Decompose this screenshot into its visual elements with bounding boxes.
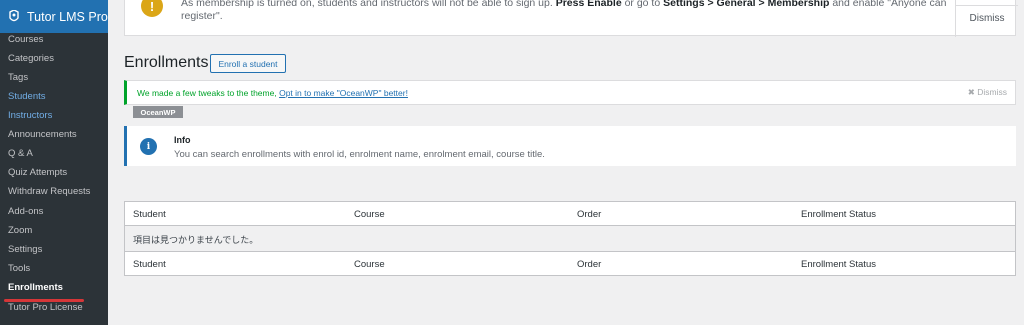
sidebar-item-categories[interactable]: Categories [8, 53, 54, 64]
enrollments-table: Student Course Order Enrollment Status 項… [124, 201, 1016, 276]
current-item-underline [4, 299, 84, 302]
sidebar-item-quiz-attempts[interactable]: Quiz Attempts [8, 167, 67, 178]
info-icon: i [140, 138, 157, 155]
column-header-student[interactable]: Student [133, 209, 166, 220]
column-footer-order[interactable]: Order [577, 259, 601, 270]
admin-sidebar: Tutor LMS Pro Courses Categories Tags St… [0, 0, 108, 325]
oceanwp-tag: OceanWP [133, 106, 183, 118]
sidebar-item-tutor-pro-license[interactable]: Tutor Pro License [8, 302, 83, 313]
oceanwp-dismiss-button[interactable]: ✖ Dismiss [968, 87, 1007, 98]
membership-notice-line2: register". [181, 10, 223, 22]
table-row: 項目は見つかりませんでした。 [125, 226, 1015, 251]
sidebar-item-tutor-lms-pro[interactable]: Tutor LMS Pro [0, 0, 108, 33]
info-title: Info [174, 135, 191, 145]
sidebar-item-settings[interactable]: Settings [8, 244, 42, 255]
close-icon: ✖ [967, 87, 975, 97]
sidebar-item-add-ons[interactable]: Add-ons [8, 206, 43, 217]
table-header-row: Student Course Order Enrollment Status [125, 202, 1015, 226]
sidebar-item-tools[interactable]: Tools [8, 263, 30, 274]
sidebar-item-qa[interactable]: Q & A [8, 148, 33, 159]
sidebar-item-zoom[interactable]: Zoom [8, 225, 32, 236]
table-footer-row: Student Course Order Enrollment Status [125, 251, 1015, 275]
info-box: i Info You can search enrollments with e… [124, 126, 1016, 166]
sidebar-item-tags[interactable]: Tags [8, 72, 28, 83]
sidebar-item-courses[interactable]: Courses [8, 34, 43, 45]
divider [956, 5, 1018, 6]
oceanwp-optin-link[interactable]: Opt in to make "OceanWP" better! [279, 88, 408, 98]
tutor-logo-icon [8, 10, 20, 23]
column-header-course[interactable]: Course [354, 209, 385, 220]
oceanwp-notice-message: We made a few tweaks to the theme, Opt i… [137, 88, 408, 98]
membership-dismiss-area: Dismiss [955, 0, 1018, 37]
sidebar-item-enrollments[interactable]: Enrollments [8, 282, 63, 293]
oceanwp-notice: We made a few tweaks to the theme, Opt i… [124, 80, 1016, 105]
sidebar-plugin-title: Tutor LMS Pro [27, 9, 108, 24]
sidebar-item-announcements[interactable]: Announcements [8, 129, 77, 140]
empty-message: 項目は見つかりませんでした。 [133, 236, 259, 246]
sidebar-item-withdraw-requests[interactable]: Withdraw Requests [8, 186, 90, 197]
page-title: Enrollments [124, 54, 209, 71]
sidebar-item-students[interactable]: Students [8, 91, 46, 102]
info-description: You can search enrollments with enrol id… [174, 149, 545, 160]
column-header-enrollment-status[interactable]: Enrollment Status [801, 209, 876, 220]
membership-dismiss-button[interactable]: Dismiss [956, 13, 1018, 24]
column-header-order[interactable]: Order [577, 209, 601, 220]
membership-notice: ! As membership is turned on, students a… [124, 0, 1018, 37]
enroll-student-button[interactable]: Enroll a student [210, 54, 286, 73]
sidebar-item-instructors[interactable]: Instructors [8, 110, 52, 121]
column-footer-enrollment-status[interactable]: Enrollment Status [801, 259, 876, 270]
membership-notice-line1: As membership is turned on, students and… [181, 0, 947, 9]
warning-icon: ! [141, 0, 163, 17]
column-footer-student[interactable]: Student [133, 259, 166, 270]
column-footer-course[interactable]: Course [354, 259, 385, 270]
